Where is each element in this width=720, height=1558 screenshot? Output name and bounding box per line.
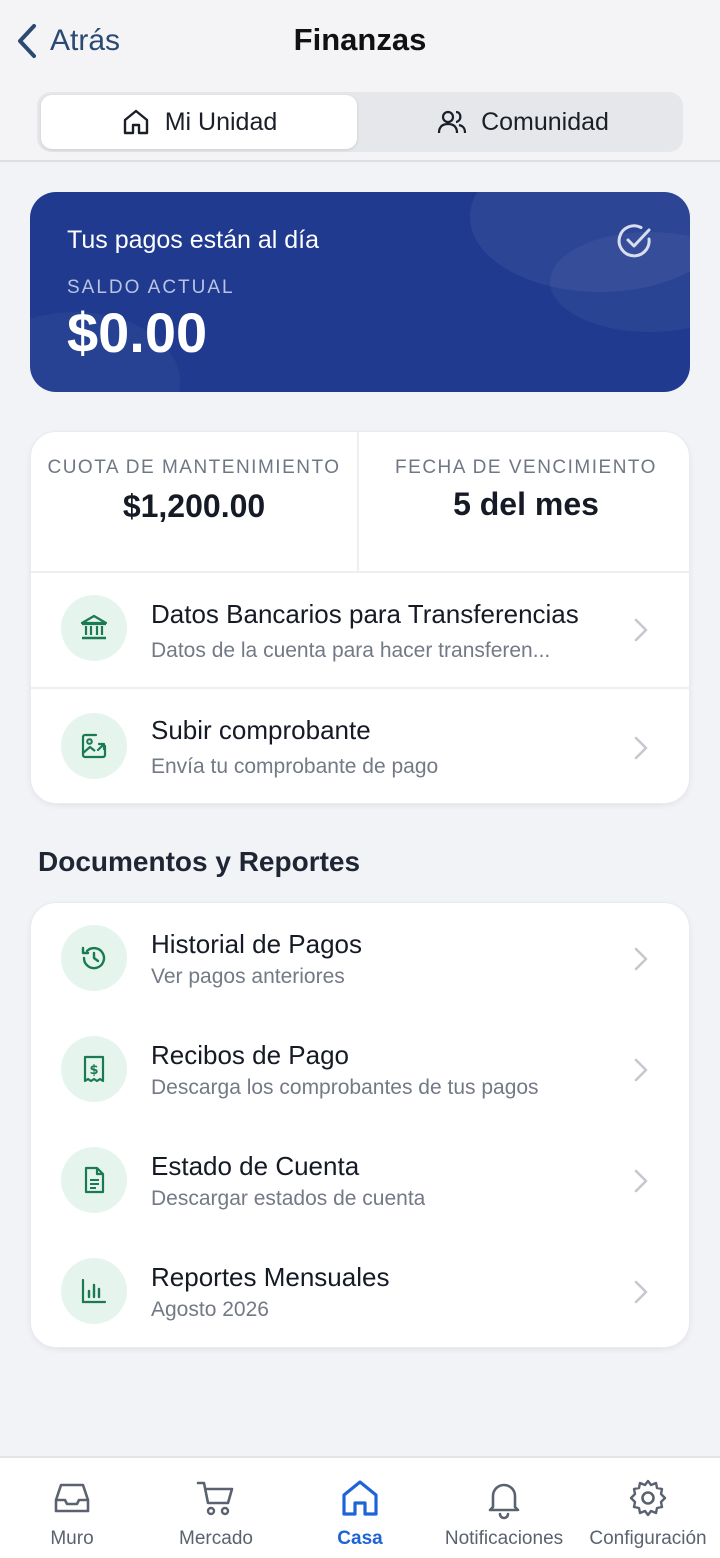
due-date-value: 5 del mes (453, 486, 599, 522)
check-circle-icon (617, 224, 651, 258)
icon-badge (61, 925, 127, 991)
documents-card: Historial de Pagos Ver pagos anteriores … (30, 902, 690, 1348)
section-title: Documentos y Reportes (38, 846, 361, 877)
tab-comunidad[interactable]: Comunidad (367, 95, 679, 149)
list-item-payment-receipts[interactable]: $ Recibos de Pago Descarga los comproban… (31, 1014, 691, 1124)
list-item-subtitle: Ver pagos anteriores (151, 965, 345, 988)
payment-info-card: CUOTA DE MANTENIMIENTO $1,200.00 FECHA D… (30, 431, 691, 804)
maintenance-fee-value: $1,200.00 (122, 488, 266, 524)
tab-mi-unidad[interactable]: Mi Unidad (41, 95, 357, 149)
tab-label: Configuración (589, 1528, 707, 1549)
balance-label: SALDO ACTUAL (67, 277, 235, 298)
icon-badge (61, 1147, 127, 1213)
tab-label: Notificaciones (444, 1528, 564, 1549)
image-upload-icon (81, 733, 107, 759)
bell-icon (488, 1483, 520, 1520)
cart-icon (196, 1481, 234, 1516)
segmented-control: Mi Unidad Comunidad (37, 92, 683, 152)
chevron-right-icon (634, 618, 648, 642)
top-bar: Atrás Finanzas Mi Unidad Comunidad (0, 0, 720, 162)
tab-mi-unidad-label: Mi Unidad (164, 107, 278, 136)
receipt-icon: $ (83, 1055, 105, 1083)
tab-label: Muro (50, 1528, 94, 1549)
tab-muro[interactable]: Muro (0, 1476, 144, 1550)
icon-badge: $ (61, 1036, 127, 1102)
due-date: FECHA DE VENCIMIENTO 5 del mes (361, 432, 691, 572)
list-item-title: Recibos de Pago (151, 1040, 350, 1070)
list-item-title: Historial de Pagos (151, 929, 362, 959)
home-icon (342, 1480, 378, 1516)
icon-badge (61, 595, 127, 661)
list-item-title: Datos Bancarios para Transferencias (151, 599, 579, 629)
tab-comunidad-label: Comunidad (481, 107, 609, 136)
list-item-upload-receipt[interactable]: Subir comprobante Envía tu comprobante d… (31, 689, 691, 799)
chevron-right-icon (634, 1169, 648, 1193)
list-item-title: Estado de Cuenta (151, 1151, 360, 1181)
bottom-tab-bar: Muro Mercado Casa Notificaciones Configu… (0, 1456, 720, 1558)
bar-chart-icon (81, 1278, 107, 1304)
history-icon (81, 946, 106, 970)
icon-badge (61, 1258, 127, 1324)
due-date-label: FECHA DE VENCIMIENTO (395, 457, 657, 478)
home-icon (123, 109, 148, 135)
list-item-subtitle: Descargar estados de cuenta (151, 1187, 426, 1210)
maintenance-fee: CUOTA DE MANTENIMIENTO $1,200.00 (31, 432, 359, 572)
payment-status: Tus pagos están al día (67, 226, 320, 254)
chevron-right-icon (634, 1058, 648, 1082)
tab-mercado[interactable]: Mercado (144, 1476, 288, 1550)
list-item-payment-history[interactable]: Historial de Pagos Ver pagos anteriores (31, 903, 691, 1013)
tab-notificaciones[interactable]: Notificaciones (432, 1476, 576, 1550)
tab-label: Mercado (179, 1528, 253, 1549)
gear-icon (629, 1479, 667, 1517)
list-item-subtitle: Datos de la cuenta para hacer transferen… (151, 639, 551, 662)
tab-configuracion[interactable]: Configuración (576, 1476, 720, 1550)
users-icon (437, 110, 467, 134)
balance-card: Tus pagos están al día SALDO ACTUAL $0.0… (30, 192, 690, 392)
list-item-subtitle: Descarga los comprobantes de tus pagos (151, 1076, 539, 1099)
list-item-title: Reportes Mensuales (151, 1262, 390, 1292)
inbox-icon (54, 1483, 90, 1513)
list-item-subtitle: Agosto 2026 (151, 1298, 269, 1321)
page-title: Finanzas (293, 22, 427, 57)
balance-amount: $0.00 (67, 301, 208, 364)
svg-text:$: $ (89, 1063, 98, 1078)
chevron-right-icon (634, 947, 648, 971)
tab-label: Casa (337, 1528, 383, 1549)
list-item-subtitle: Envía tu comprobante de pago (151, 755, 439, 778)
maintenance-fee-label: CUOTA DE MANTENIMIENTO (47, 457, 341, 478)
document-icon (84, 1166, 105, 1194)
list-item-account-statement[interactable]: Estado de Cuenta Descargar estados de cu… (31, 1125, 691, 1235)
icon-badge (61, 713, 127, 779)
chevron-right-icon (634, 736, 648, 760)
bank-icon (80, 614, 108, 640)
list-item-bank-details[interactable]: Datos Bancarios para Transferencias Dato… (31, 573, 691, 683)
chevron-right-icon (634, 1280, 648, 1304)
tab-casa[interactable]: Casa (288, 1476, 432, 1550)
list-item-monthly-reports[interactable]: Reportes Mensuales Agosto 2026 (31, 1236, 691, 1346)
list-item-title: Subir comprobante (151, 715, 371, 745)
